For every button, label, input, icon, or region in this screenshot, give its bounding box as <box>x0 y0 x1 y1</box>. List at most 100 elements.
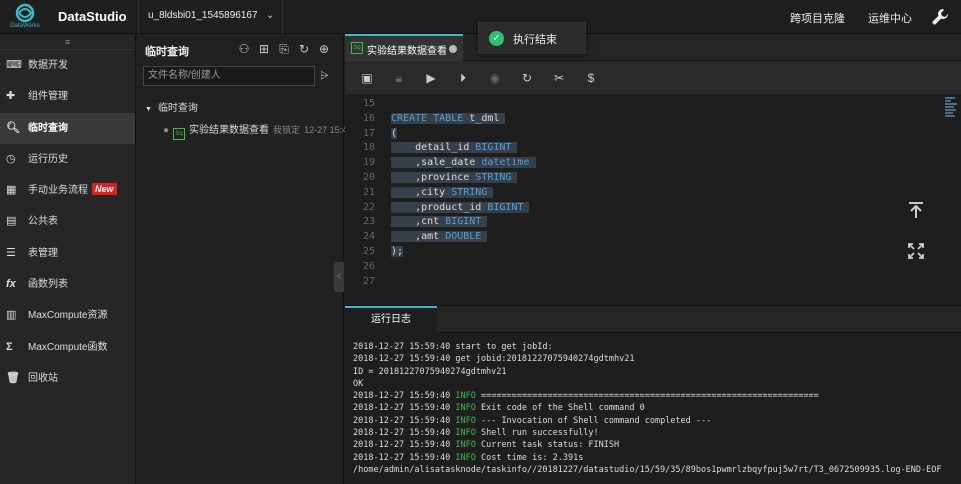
sidebar-item[interactable]: ▦ 手动业务流程 New <box>0 175 135 206</box>
line-number: 18 <box>362 142 375 154</box>
table-icon: ▤ <box>6 215 17 228</box>
project-selector[interactable]: u_8ldsbi01_1545896167 <box>148 10 258 21</box>
log-timestamp: 2018-12-27 15:59:40 <box>353 428 451 439</box>
code-token: ,amt <box>391 231 446 243</box>
code-token: ); <box>391 246 404 257</box>
sidebar-item[interactable]: ☰ 表管理 <box>0 238 135 269</box>
editor-tab[interactable]: Sq 实验结果数据查看 <box>345 34 463 61</box>
collapse-panel-handle[interactable]: < <box>334 262 344 292</box>
locate-icon[interactable]: ⊕ <box>317 42 331 56</box>
code-text: CREATE TABLE t_dml <box>391 111 506 126</box>
line-number: 27 <box>362 275 375 287</box>
nav-cross-project-clone[interactable]: 跨项目克隆 <box>790 10 845 26</box>
left-sidebar: ≡ ⌨ 数据开发 ✚ 组件管理 🔍︎ 临时查询 ◷ 运行历史 ▦ 手动业务流程 New ▤ 公共表 ☰ 表管… <box>0 34 136 484</box>
sidebar-item[interactable]: Σ MaxCompute函数 <box>0 332 135 363</box>
code-keyword: BIGINT <box>487 201 530 213</box>
sidebar-item[interactable]: ▤ 公共表 <box>0 206 135 237</box>
sidebar-item-label: MaxCompute函数 <box>28 341 108 353</box>
code-text: ( <box>391 126 398 141</box>
code-token: ,sale_date <box>391 157 482 169</box>
log-timestamp: 2018-12-27 15:59:40 <box>353 452 451 463</box>
resource-icon: ▥ <box>6 309 17 322</box>
line-number: 17 <box>362 127 375 139</box>
reload-icon[interactable]: ↻ <box>520 71 534 85</box>
code-text: ,city STRING <box>391 185 494 200</box>
minimap[interactable] <box>945 97 959 133</box>
toast-notification: ✓ 执行结束 <box>478 22 586 54</box>
code-keyword: CREATE TABLE <box>391 112 470 124</box>
menu-collapse-icon[interactable]: ≡ <box>0 34 135 50</box>
run-icon[interactable]: ▶ <box>424 71 438 85</box>
new-file-icon[interactable]: ⎘ <box>277 42 291 56</box>
sql-file-icon: Sq <box>351 42 363 54</box>
line-number: 22 <box>362 201 375 213</box>
tree-folder[interactable]: ▼ 临时查询 <box>145 99 198 114</box>
app-title: DataStudio <box>58 9 127 24</box>
dataworks-logo[interactable]: DataWorks <box>8 3 42 31</box>
wrench-icon[interactable] <box>930 7 950 30</box>
code-keyword: BIGINT <box>445 216 488 228</box>
code-token: ,cnt <box>391 216 446 228</box>
check-circle-icon: ✓ <box>489 31 504 46</box>
log-message: Shell run successfully! <box>480 428 599 439</box>
nav-operation-center[interactable]: 运维中心 <box>868 10 912 26</box>
sigma-icon: Σ <box>6 340 13 353</box>
code-text: ,product_id BIGINT <box>391 200 530 215</box>
unsaved-dot-icon[interactable] <box>449 45 457 53</box>
line-number: 26 <box>362 260 375 272</box>
code-keyword: BIGINT <box>475 142 518 154</box>
trash-icon: 🗑︎ <box>6 371 20 384</box>
code-token: ,city <box>391 186 452 198</box>
sidebar-item[interactable]: ⌨ 数据开发 <box>0 50 135 81</box>
sidebar-item-label: 数据开发 <box>28 60 68 71</box>
log-level: INFO <box>455 452 476 463</box>
search-input[interactable]: 文件名称/创建人 <box>143 66 315 86</box>
format-icon[interactable]: ✂ <box>552 71 566 85</box>
log-message: ========================================… <box>480 391 819 402</box>
code-text: ,sale_date datetime <box>391 155 536 170</box>
log-tab-bar: 运行日志 <box>345 305 961 333</box>
code-text: ); <box>391 244 404 259</box>
log-message: get jobid:20181227075940274gdtmhv21 <box>455 354 635 365</box>
scroll-top-icon[interactable] <box>907 201 925 222</box>
sidebar-item[interactable]: 🗑︎ 回收站 <box>0 363 135 394</box>
log-line: ID = 20181227075940274gdtmhv21 <box>353 366 961 378</box>
sidebar-item[interactable]: fx 函数列表 <box>0 269 135 300</box>
search-icon: 🔍︎ <box>6 121 20 134</box>
panel-title: 临时查询 <box>145 46 189 58</box>
refresh-icon[interactable]: ↻ <box>297 42 311 56</box>
code-keyword: STRING <box>475 172 518 183</box>
code-text: ,cnt BIGINT <box>391 214 488 229</box>
fullscreen-icon[interactable] <box>907 242 925 263</box>
divider <box>138 0 139 34</box>
flow-icon: ▦ <box>6 184 17 197</box>
save-icon[interactable]: ▣ <box>360 71 374 85</box>
log-timestamp: 2018-12-27 15:59:40 <box>353 391 451 402</box>
log-line: 2018-12-27 15:59:40 INFO --- Invocation … <box>353 415 961 427</box>
log-timestamp: 2018-12-27 15:59:40 <box>353 403 451 414</box>
filter-icon[interactable]: ⩥ <box>320 70 329 83</box>
chevron-down-icon[interactable]: ⌄ <box>266 10 274 21</box>
sidebar-item[interactable]: 🔍︎ 临时查询 <box>0 112 135 144</box>
tab-run-log[interactable]: 运行日志 <box>345 306 437 333</box>
sidebar-item-label: 回收站 <box>28 372 58 384</box>
run-with-params-icon[interactable]: ⏵ <box>456 71 470 85</box>
cost-estimate-icon[interactable]: $ <box>584 71 598 85</box>
code-editor[interactable]: 15 16 CREATE TABLE t_dml 17 (18 detail_id B… <box>345 95 961 305</box>
stop-icon[interactable]: ◉ <box>488 71 502 85</box>
log-level: INFO <box>455 428 476 439</box>
user-filter-icon[interactable]: ⚇ <box>237 42 251 56</box>
line-number: 23 <box>362 216 375 228</box>
new-query-icon[interactable]: ⊞ <box>257 42 271 56</box>
log-line: 2018-12-27 15:59:40 INFO Exit code of th… <box>353 402 961 414</box>
tree-file-item[interactable]: ● Sq 实验结果数据查看 我锁定 12-27 15:4 <box>163 121 347 140</box>
clock-icon: ◷ <box>6 152 16 165</box>
line-number: 15 <box>362 98 375 109</box>
sidebar-item[interactable]: ▥ MaxCompute资源 <box>0 300 135 331</box>
log-line: 2018-12-27 15:59:40 INFO Cost time is: 2… <box>353 452 961 464</box>
lock-icon[interactable]: 🔒︎ <box>392 71 406 85</box>
log-line: 2018-12-27 15:59:40 INFO Current task st… <box>353 439 961 451</box>
sidebar-item-label: 运行历史 <box>28 153 68 165</box>
sidebar-item[interactable]: ✚ 组件管理 <box>0 81 135 112</box>
sidebar-item[interactable]: ◷ 运行历史 <box>0 144 135 175</box>
